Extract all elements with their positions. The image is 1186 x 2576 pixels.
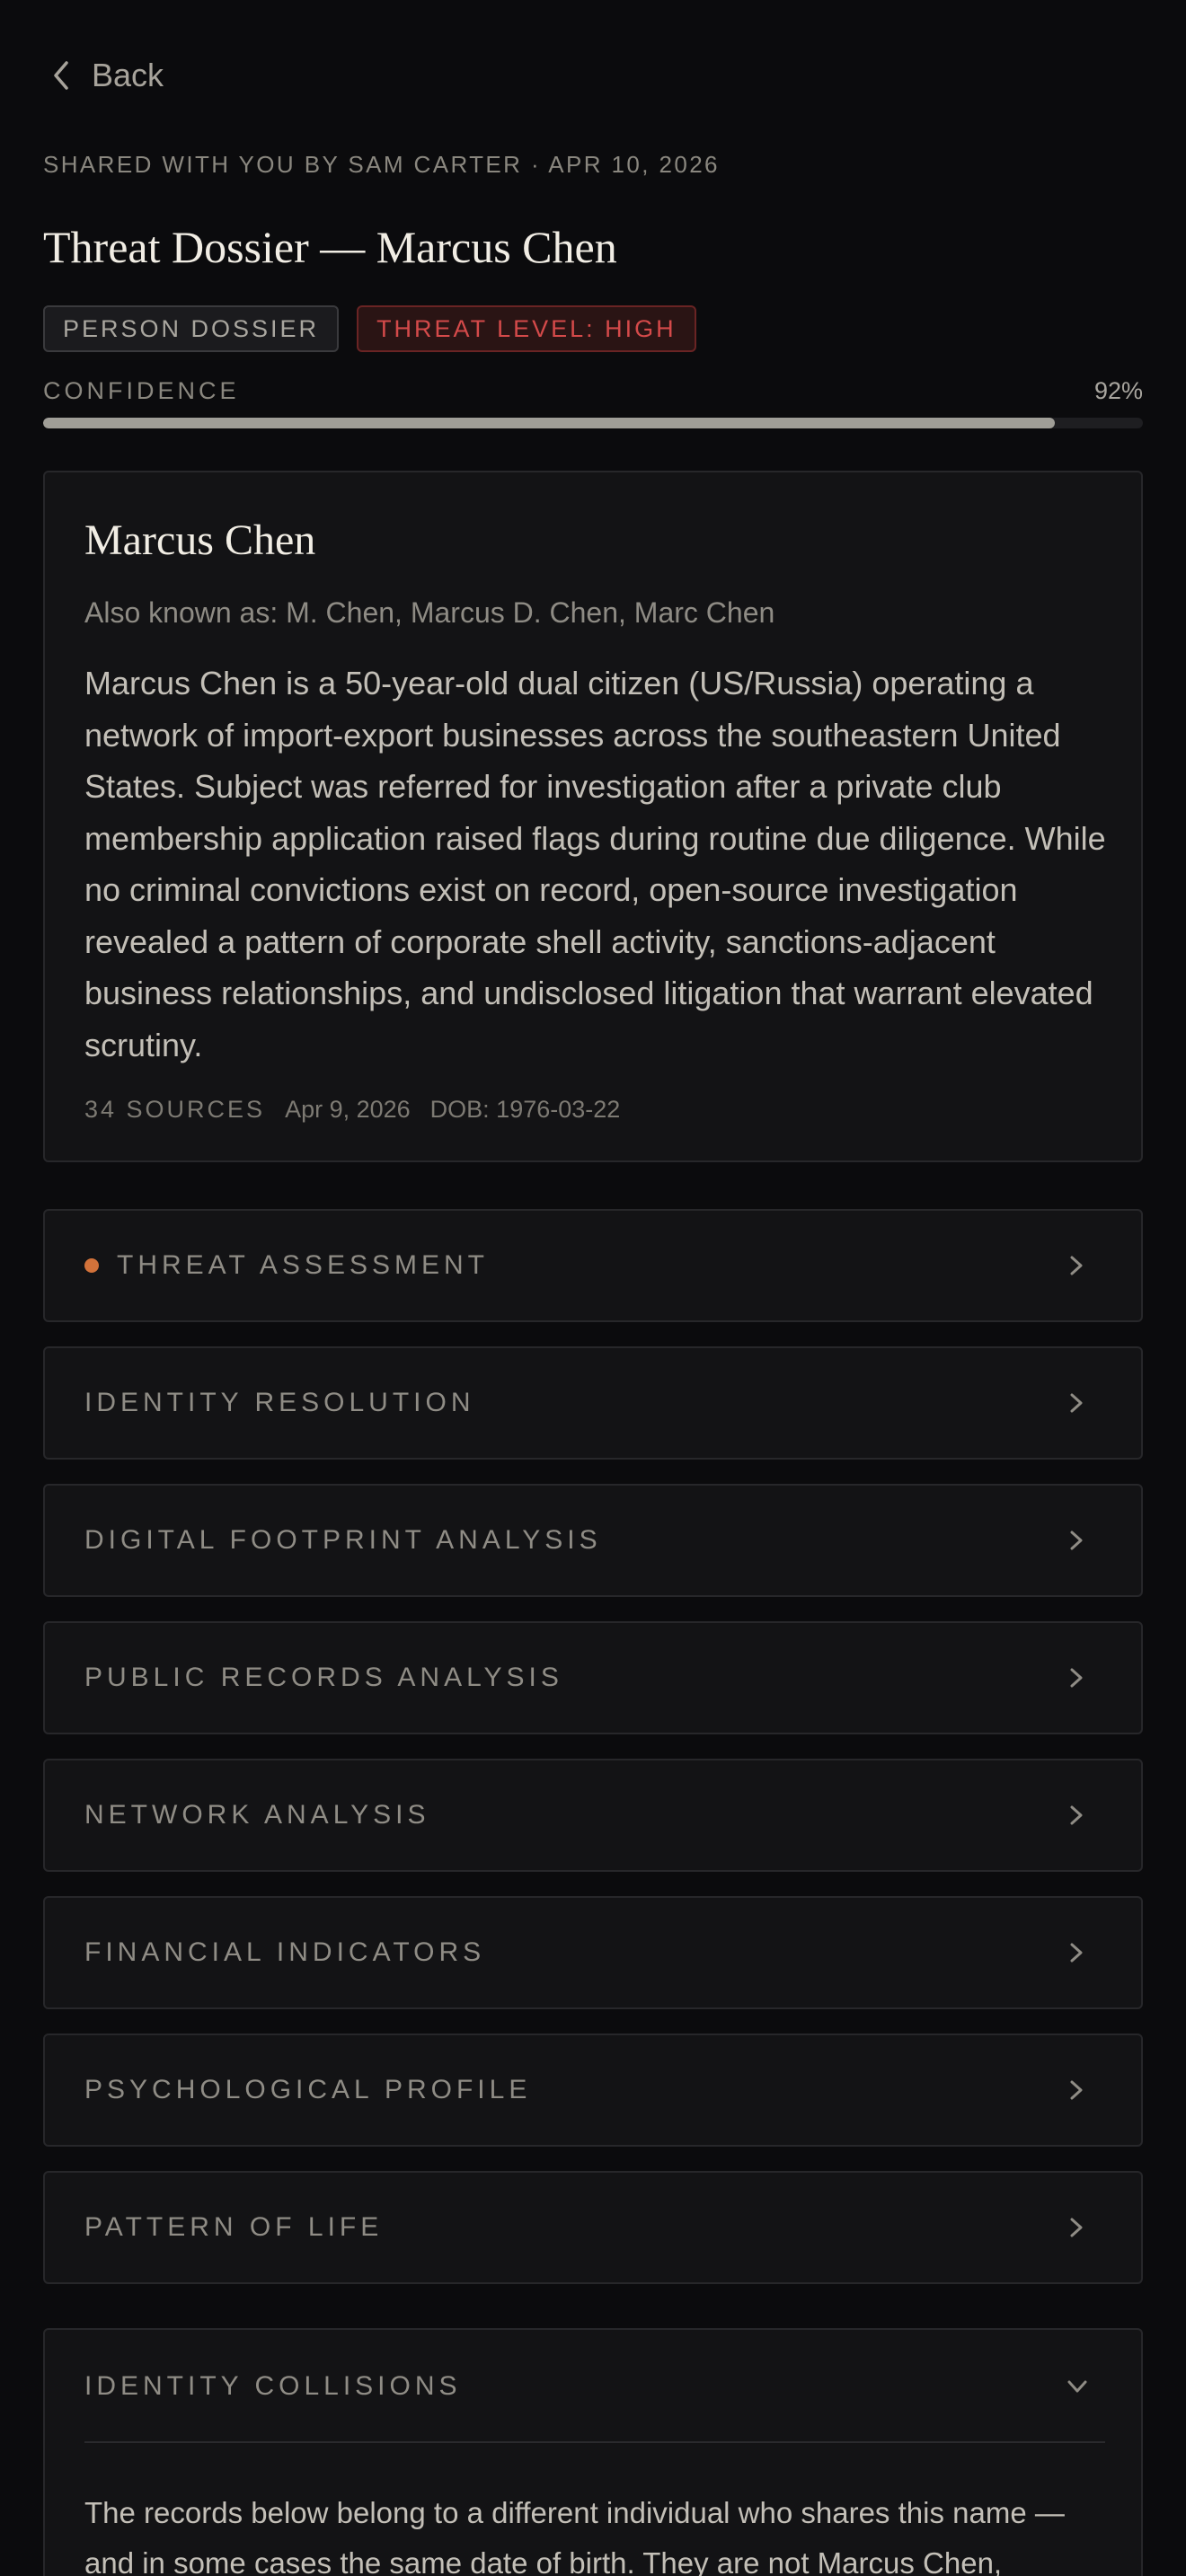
- section-label: THREAT ASSESSMENT: [117, 1250, 489, 1280]
- section-label: PUBLIC RECORDS ANALYSIS: [84, 1663, 563, 1692]
- section-label: FINANCIAL INDICATORS: [84, 1937, 486, 1967]
- section-public-records[interactable]: PUBLIC RECORDS ANALYSIS: [43, 1621, 1143, 1734]
- chevron-right-icon: [1070, 2080, 1083, 2100]
- collisions-description: The records below belong to a different …: [84, 2496, 1065, 2576]
- date-of-birth: DOB: 1976-03-22: [429, 1096, 621, 1123]
- shared-by-line: SHARED WITH YOU BY SAM CARTER · APR 10, …: [43, 151, 720, 178]
- section-identity-resolution[interactable]: IDENTITY RESOLUTION: [43, 1346, 1143, 1460]
- section-label: DIGITAL FOOTPRINT ANALYSIS: [84, 1525, 602, 1555]
- page-title: Threat Dossier — Marcus Chen: [43, 222, 617, 272]
- chevron-right-icon: [1070, 1943, 1083, 1963]
- section-label: IDENTITY COLLISIONS: [84, 2371, 462, 2401]
- confidence-label: CONFIDENCE: [43, 377, 240, 404]
- subject-summary: Marcus Chen is a 50-year-old dual citize…: [84, 665, 1106, 1063]
- section-threat-assessment[interactable]: THREAT ASSESSMENT: [43, 1209, 1143, 1322]
- section-label: NETWORK ANALYSIS: [84, 1800, 430, 1830]
- chevron-left-icon: [54, 61, 68, 90]
- confidence-value: 92%: [1093, 377, 1143, 404]
- chevron-right-icon: [1070, 1256, 1083, 1275]
- chevron-right-icon: [1070, 2218, 1083, 2237]
- report-date: Apr 9, 2026: [285, 1096, 411, 1123]
- profile-card: Marcus Chen Also known as: M. Chen, Marc…: [43, 471, 1143, 1162]
- section-pattern-of-life[interactable]: PATTERN OF LIFE: [43, 2171, 1143, 2284]
- confidence-bar-fill: [43, 418, 1056, 428]
- tag-row: PERSON DOSSIER THREAT LEVEL: HIGH: [43, 305, 696, 352]
- section-digital-footprint[interactable]: DIGITAL FOOTPRINT ANALYSIS: [43, 1484, 1143, 1597]
- section-label: IDENTITY RESOLUTION: [84, 1388, 475, 1417]
- person-dossier-badge: PERSON DOSSIER: [43, 305, 340, 352]
- profile-meta: 34 SOURCES Apr 9, 2026 DOB: 1976-03-22: [84, 1096, 620, 1124]
- identity-collisions-header[interactable]: IDENTITY COLLISIONS: [45, 2330, 1141, 2443]
- section-psychological-profile[interactable]: PSYCHOLOGICAL PROFILE: [43, 2033, 1143, 2147]
- identity-collisions-panel: IDENTITY COLLISIONS The records below be…: [43, 2328, 1143, 2576]
- threat-level-badge: THREAT LEVEL: HIGH: [357, 305, 696, 352]
- subject-name: Marcus Chen: [84, 516, 316, 564]
- section-network-analysis[interactable]: NETWORK ANALYSIS: [43, 1759, 1143, 1872]
- aliases: Also known as: M. Chen, Marcus D. Chen, …: [84, 596, 775, 629]
- section-label: PATTERN OF LIFE: [84, 2212, 384, 2242]
- confidence-bar: [43, 418, 1143, 428]
- flag-dot-icon: [84, 1258, 99, 1273]
- chevron-down-icon: [1067, 2380, 1087, 2393]
- back-button[interactable]: Back: [50, 50, 164, 101]
- chevron-right-icon: [1070, 1393, 1083, 1413]
- chevron-right-icon: [1070, 1531, 1083, 1550]
- section-label: PSYCHOLOGICAL PROFILE: [84, 2075, 532, 2104]
- sources-count: 34 SOURCES: [84, 1096, 266, 1123]
- chevron-right-icon: [1070, 1805, 1083, 1825]
- chevron-right-icon: [1070, 1668, 1083, 1688]
- section-financial-indicators[interactable]: FINANCIAL INDICATORS: [43, 1896, 1143, 2009]
- divider: [84, 2441, 1105, 2443]
- back-label: Back: [92, 57, 164, 93]
